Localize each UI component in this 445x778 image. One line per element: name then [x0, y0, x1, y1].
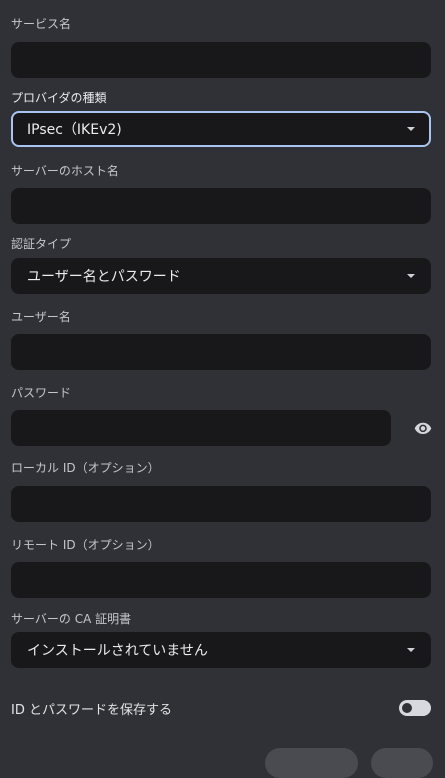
- auth-type-select[interactable]: ユーザー名とパスワード: [11, 258, 431, 294]
- username-input[interactable]: [11, 334, 431, 370]
- ca-cert-value: インストールされていません: [27, 643, 208, 659]
- password-input[interactable]: [11, 410, 391, 446]
- toggle-knob: [402, 703, 412, 713]
- service-name-input[interactable]: [11, 42, 431, 78]
- save-credentials-toggle[interactable]: [399, 700, 431, 716]
- server-host-label: サーバーのホスト名: [11, 164, 119, 178]
- local-id-input[interactable]: [11, 486, 431, 522]
- caret-down-icon: [407, 127, 415, 131]
- provider-type-label: プロバイダの種類: [11, 91, 107, 105]
- password-label: パスワード: [11, 386, 72, 400]
- service-name-label: サービス名: [11, 17, 72, 31]
- ca-cert-label: サーバーの CA 証明書: [11, 612, 132, 626]
- server-host-input[interactable]: [11, 188, 431, 224]
- save-credentials-label: ID とパスワードを保存する: [11, 703, 172, 718]
- caret-down-icon: [407, 274, 415, 278]
- provider-type-select[interactable]: IPsec（IKEv2): [11, 111, 431, 147]
- username-label: ユーザー名: [11, 310, 71, 324]
- connect-button[interactable]: [371, 748, 433, 778]
- remote-id-label: リモート ID（オプション）: [11, 538, 160, 552]
- auth-type-value: ユーザー名とパスワード: [27, 269, 181, 285]
- ca-cert-select[interactable]: インストールされていません: [11, 632, 431, 668]
- eye-icon[interactable]: [413, 419, 433, 437]
- caret-down-icon: [407, 648, 415, 652]
- auth-type-label: 認証タイプ: [11, 237, 72, 251]
- cancel-button[interactable]: [265, 748, 358, 778]
- local-id-label: ローカル ID（オプション）: [11, 461, 160, 475]
- remote-id-input[interactable]: [11, 562, 431, 598]
- provider-type-value: IPsec（IKEv2): [27, 122, 122, 138]
